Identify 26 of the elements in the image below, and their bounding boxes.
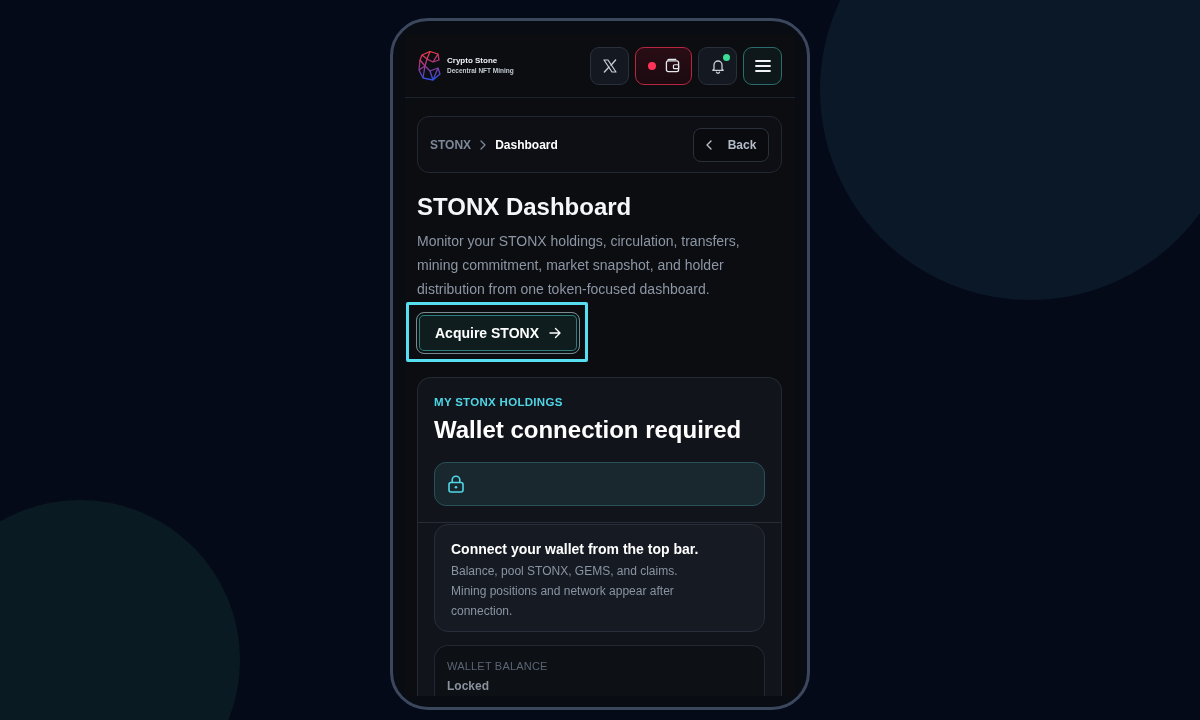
page-description: Monitor your STONX holdings, circulation, transfers, mining commitment, market snapshot, and holder distribution from one token-focused dashboard. [417, 232, 741, 299]
back-button[interactable]: Back [693, 127, 769, 162]
menu-icon [754, 57, 771, 74]
wallet-button[interactable] [635, 46, 692, 85]
stat-value: Locked [447, 679, 490, 693]
page-title: STONX Dashboard [417, 192, 633, 222]
stat-label: WALLET BALANCE [447, 659, 549, 674]
notice-text: Mining positions and network appear after connection. [451, 583, 675, 620]
notice-title: Connect your wallet from the top bar. [451, 540, 700, 559]
breadcrumb-current: Dashboard [495, 137, 558, 152]
holdings-title: Wallet connection required [433, 415, 743, 445]
stone-logo-icon [417, 49, 443, 82]
wallet-icon [664, 58, 680, 73]
x-logo-icon [601, 57, 618, 74]
brand-name: Crypto Stone [447, 56, 499, 66]
bell-icon [709, 57, 726, 74]
chevron-left-icon [705, 139, 712, 150]
section-eyebrow: MY STONX HOLDINGS [433, 395, 564, 410]
breadcrumb-link[interactable]: STONX [430, 137, 472, 152]
notice-text: Balance, pool STONX, GEMS, and claims. [451, 563, 679, 580]
notifications-button[interactable] [698, 46, 737, 85]
acquire-button[interactable]: Acquire STONX [416, 312, 580, 354]
arrow-right-icon [549, 327, 561, 339]
x-button[interactable] [590, 46, 629, 85]
chevron-right-icon [480, 139, 487, 150]
menu-button[interactable] [743, 46, 782, 85]
